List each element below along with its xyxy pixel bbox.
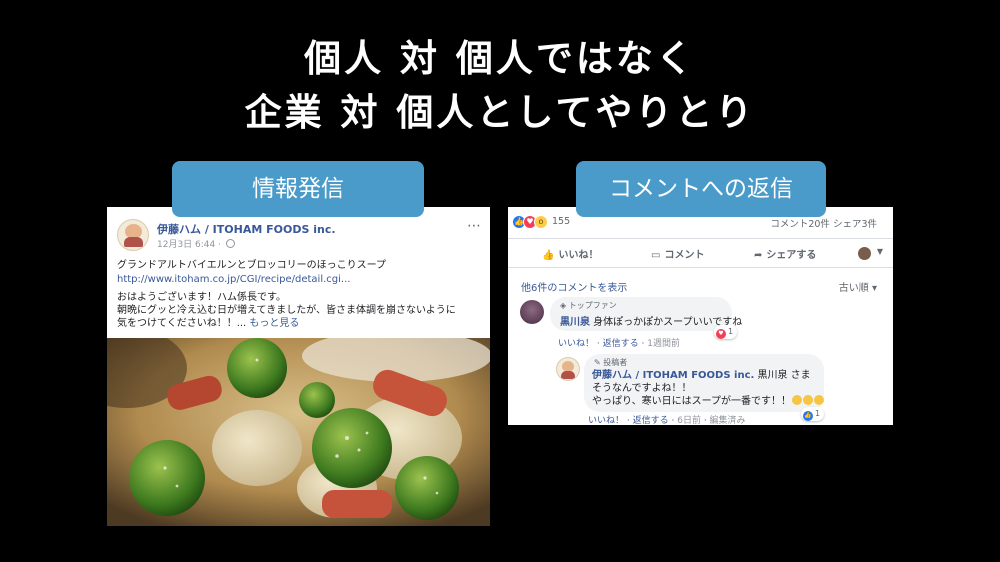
like-icon: 👍	[542, 250, 555, 261]
comment-bubble: ◈ トップファン 黒川泉 身体ぽっかぽかスープいいですね	[550, 297, 742, 331]
recipe-title: グランドアルトバイエルンとブロッコリーのほっこりスープ	[117, 260, 386, 271]
more-icon[interactable]: ⋯	[467, 219, 482, 233]
reply-line2: そうなんですよね！！	[592, 383, 692, 394]
reply-line3-text: やっぱり、寒い日にはスープが一番です！！	[592, 396, 791, 407]
reaction-count[interactable]: 155	[552, 216, 570, 227]
post-body-line3-text: 気をつけてくださいね！！...	[117, 318, 250, 329]
top-fan-badge: ◈ トップファン	[560, 301, 617, 310]
share-button[interactable]: ➦ シェアする	[754, 246, 816, 261]
facebook-post-card: 伊藤ハム / ITOHAM FOODS inc. 12月3日 6:44 · ⋯ …	[107, 207, 490, 526]
comment-reaction-count: 1	[728, 327, 734, 336]
view-previous-comments-link[interactable]: 他6件のコメントを表示	[521, 279, 627, 294]
reply-reply-link[interactable]: 返信する	[633, 416, 669, 425]
reply-reaction-badge[interactable]: 👍 1	[801, 407, 825, 421]
recipe-link[interactable]: http://www.itoham.co.jp/CGI/recipe/detai…	[117, 273, 482, 286]
post-body-line2: 朝晩にグッと冷え込む日が増えてきましたが、皆さま体調を崩さないように	[117, 305, 456, 316]
slide-title-line2: 企業 対 個人としてやりとり	[244, 91, 756, 134]
comment-reply-link[interactable]: 返信する	[603, 339, 639, 349]
post-date[interactable]: 12月3日 6:44 ·	[157, 240, 224, 250]
globe-icon	[225, 239, 235, 248]
comment-text: 黒川泉 身体ぽっかぽかスープいいですね	[560, 313, 742, 328]
comment-share-stats[interactable]: コメント20件 シェア3件	[770, 216, 877, 230]
slide-title-line1: 個人 対 個人ではなく	[304, 37, 696, 80]
page-name-link[interactable]: 伊藤ハム / ITOHAM FOODS inc.	[157, 221, 336, 237]
share-button-label: シェアする	[766, 250, 817, 261]
comment-author[interactable]: 黒川泉	[560, 317, 590, 328]
edited-label[interactable]: 編集済み	[710, 416, 746, 425]
like-icon: 👍	[803, 411, 813, 421]
comment-button[interactable]: ▭ コメント	[651, 246, 704, 261]
like-button-label: いいね！	[558, 250, 599, 261]
reply-text: 伊藤ハム / ITOHAM FOODS inc. 黒川泉 さま そうなんですよね…	[592, 369, 824, 408]
label-comment-reply: コメントへの返信	[576, 161, 826, 217]
viewer-avatar[interactable]	[858, 247, 871, 260]
reply-like-link[interactable]: いいね！	[588, 416, 624, 425]
chevron-down-icon[interactable]: ▼	[877, 247, 883, 256]
mascot-body	[561, 371, 575, 379]
emoji-icon	[792, 395, 802, 405]
mascot-body	[124, 237, 143, 247]
reply-bubble: ✎ 投稿者 伊藤ハム / ITOHAM FOODS inc. 黒川泉 さま そう…	[584, 354, 824, 412]
heart-icon: ♥	[716, 329, 726, 339]
reply-reaction-count: 1	[815, 409, 821, 418]
reply-line3: やっぱり、寒い日にはスープが一番です！！	[592, 395, 824, 408]
reply-line1: 伊藤ハム / ITOHAM FOODS inc. 黒川泉 さま	[592, 369, 824, 382]
post-header: 伊藤ハム / ITOHAM FOODS inc. 12月3日 6:44 · ⋯	[117, 219, 482, 259]
emoji-icon	[803, 395, 813, 405]
comment-actions: いいね！ · 返信する · 1週間前	[558, 339, 680, 349]
comment-sort-dropdown[interactable]: 古い順 ▾	[839, 279, 877, 294]
soup-photo[interactable]	[107, 338, 490, 526]
comment-like-link[interactable]: いいね！	[558, 339, 594, 349]
author-badge: ✎ 投稿者	[594, 358, 628, 367]
see-more-link[interactable]: もっと見る	[249, 318, 299, 329]
page-avatar[interactable]	[117, 219, 149, 251]
reply-avatar[interactable]	[556, 357, 580, 381]
post-meta: 12月3日 6:44 ·	[157, 237, 235, 250]
reply-mention[interactable]: 黒川泉 さま	[754, 370, 810, 381]
reply-actions: いいね！ · 返信する · 6日前 · 編集済み	[588, 416, 746, 425]
post-action-bar: 👍 いいね！ ▭ コメント ➦ シェアする ▼	[508, 238, 893, 268]
comment-reaction-badge[interactable]: ♥ 1	[714, 325, 738, 339]
facebook-comments-card: 👍 ♥ o 155 コメント20件 シェア3件 👍 いいね！ ▭ コメント ➦ シェア…	[508, 207, 893, 425]
reply-timestamp[interactable]: 6日前	[677, 416, 701, 425]
comment-icon: ▭	[651, 250, 661, 261]
emoji-icon	[814, 395, 824, 405]
share-icon: ➦	[754, 250, 763, 261]
like-button[interactable]: 👍 いいね！	[542, 246, 598, 261]
comment-button-label: コメント	[664, 250, 705, 261]
commenter-avatar[interactable]	[520, 300, 544, 324]
reply-author[interactable]: 伊藤ハム / ITOHAM FOODS inc.	[592, 370, 754, 381]
reactions-summary[interactable]: 👍 ♥ o 155 コメント20件 シェア3件	[508, 215, 893, 231]
label-information-posting: 情報発信	[172, 161, 424, 217]
post-body-line3: 気をつけてくださいね！！... もっと見る	[117, 317, 482, 330]
top-fan-badge-label: トップファン	[568, 301, 617, 310]
comment-timestamp[interactable]: 1週間前	[647, 339, 680, 349]
author-badge-label: 投稿者	[603, 358, 628, 367]
wow-reaction-icon: o	[534, 215, 548, 229]
post-body: グランドアルトバイエルンとブロッコリーのほっこりスープ http://www.i…	[117, 259, 482, 335]
post-body-line1: おはようございます！ハム係長です。	[117, 292, 286, 303]
